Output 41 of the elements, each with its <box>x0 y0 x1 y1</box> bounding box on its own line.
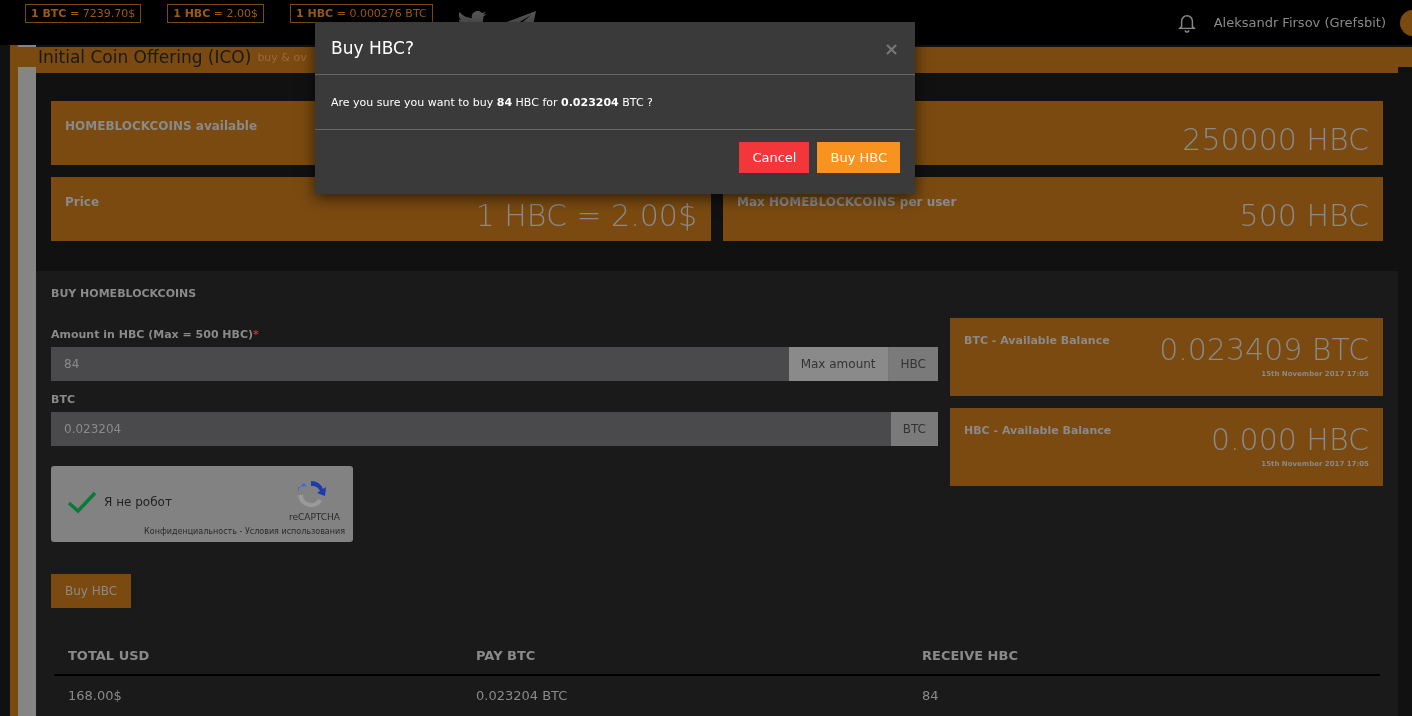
stat-value: 250000 HBC <box>1182 125 1369 155</box>
column-header: RECEIVE HBC <box>922 647 1019 663</box>
column-header: TOTAL USD <box>68 647 151 663</box>
balance-value: 0.000 HBC <box>1210 422 1369 457</box>
table-cell-text: 0.023204 BTC <box>476 687 569 703</box>
rate-badge: 1 BTC = 7239.70$ <box>25 4 142 23</box>
max-amount-button[interactable]: Max amount <box>788 347 889 381</box>
stat-value: 1 HBC = 2.00$ <box>475 201 697 231</box>
recaptcha-logo-icon <box>295 478 327 510</box>
close-button[interactable]: × <box>883 37 899 59</box>
page-title: Initial Coin Offering (ICO) <box>38 47 252 67</box>
bell-icon[interactable] <box>1177 12 1196 33</box>
unit-label: BTC <box>890 412 938 446</box>
amount-field[interactable]: 84 <box>51 347 789 381</box>
balance-value: 0.023409 BTC <box>1159 332 1369 367</box>
cancel-button[interactable]: Cancel <box>739 142 810 173</box>
user-name[interactable]: Aleksandr Firsov (Grefsbit) <box>1213 15 1386 30</box>
confirm-button[interactable]: Buy HBC <box>817 142 900 173</box>
section-title: BUY HOMEBLOCKCOINS <box>51 287 198 300</box>
column-header: PAY BTC <box>476 647 537 663</box>
stat-value: 500 HBC <box>1239 201 1369 231</box>
field-label: Amount in HBC (Max = 500 HBC) <box>51 328 254 341</box>
captcha-brand: reCAPTCHA <box>288 512 340 522</box>
captcha-checkbox[interactable] <box>67 490 97 514</box>
stat-label: Price <box>65 194 100 211</box>
dialog-title: Buy HBC? <box>331 38 414 58</box>
balance-label: BTC - Available Balance <box>964 334 1110 347</box>
stat-label: Max HOMEBLOCKCOINS per user <box>737 194 957 211</box>
stat-label: HOMEBLOCKCOINS available <box>65 118 258 135</box>
table-cell-text: 84 <box>922 687 940 703</box>
balance-label: HBC - Available Balance <box>964 424 1112 437</box>
captcha-links[interactable]: Конфиденциальность - Условия использования <box>144 527 345 536</box>
buy-button[interactable]: Buy HBC <box>51 574 132 608</box>
unit-label: HBC <box>888 347 938 381</box>
btc-field[interactable]: 0.023204 <box>51 412 891 446</box>
field-label: BTC <box>51 393 75 406</box>
table-cell-text: 168.00$ <box>68 687 123 703</box>
rate-badge: 1 HBC = 2.00$ <box>167 4 264 23</box>
dialog-message: Are you sure you want to buy 84 HBC for 0.023204 BTC ? <box>331 95 653 109</box>
captcha-label: Я не робот <box>104 495 172 509</box>
required-mark: * <box>253 328 259 341</box>
